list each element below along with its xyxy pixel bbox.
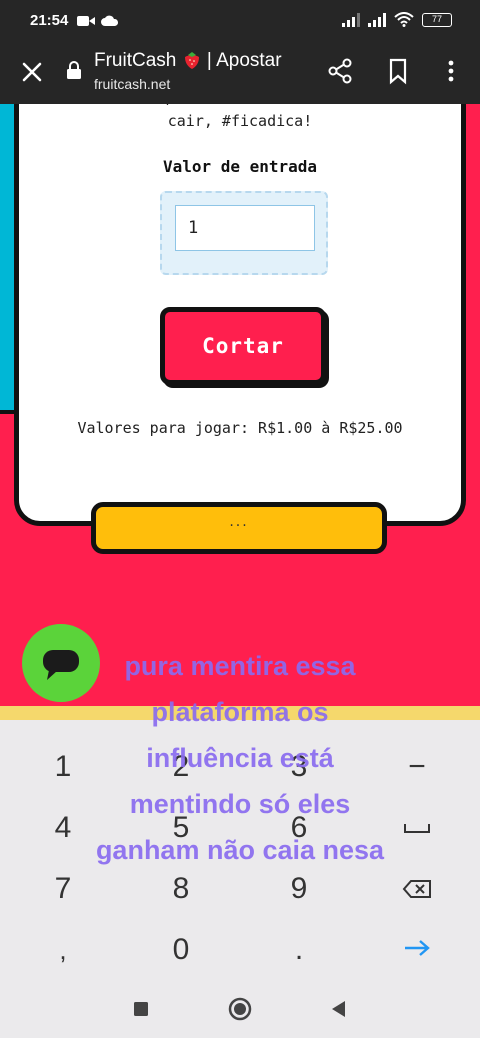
- battery-icon: 77: [422, 12, 452, 27]
- status-time: 21:54: [30, 12, 69, 29]
- intro-line-2: cair, #ficadica!: [167, 112, 313, 130]
- cloud-icon: [101, 15, 119, 26]
- key-0[interactable]: 0: [126, 921, 236, 979]
- overlay-comment-line: plataforma os: [151, 697, 329, 727]
- entry-value-input[interactable]: [175, 205, 315, 251]
- more-vertical-icon[interactable]: [436, 56, 466, 86]
- strawberry-icon: [184, 52, 199, 69]
- game-card: seu valor, e é melhor não deixar ela cai…: [14, 104, 466, 526]
- browser-toolbar: FruitCash | Apostar fruitcash.net: [0, 44, 480, 104]
- page-title-name: FruitCash: [94, 50, 177, 71]
- overlay-comment-line: ganham não caia nesa: [95, 835, 385, 865]
- signal-icon: [368, 12, 386, 27]
- overlay-comment-line: mentindo só eles: [129, 789, 351, 819]
- signal-icon: [342, 12, 360, 27]
- web-page: seu valor, e é melhor não deixar ela cai…: [0, 104, 480, 710]
- overlay-comment: pura mentira essa plataforma os influênc…: [40, 643, 440, 873]
- enter-arrow-icon: [405, 940, 430, 956]
- page-title-suffix: | Apostar: [206, 50, 282, 71]
- entry-input-wrapper: [160, 191, 328, 275]
- close-icon[interactable]: [18, 58, 46, 86]
- system-nav-bar: [0, 980, 480, 1038]
- lock-icon: [67, 61, 81, 79]
- wifi-icon: [394, 12, 414, 27]
- key-comma[interactable]: ,: [8, 921, 118, 979]
- page-title: FruitCash | Apostar: [94, 50, 282, 72]
- overlay-comment-line: influência está: [146, 743, 334, 773]
- entry-label: Valor de entrada: [162, 157, 318, 176]
- more-bar[interactable]: ...: [91, 502, 387, 554]
- play-range-text: Valores para jogar: R$1.00 à R$25.00: [77, 419, 403, 437]
- key-enter[interactable]: [387, 919, 447, 977]
- page-url: fruitcash.net: [94, 76, 171, 92]
- recent-apps-icon[interactable]: [128, 996, 154, 1022]
- status-bar: 21:54 77: [0, 0, 480, 44]
- backspace-icon: [402, 880, 431, 898]
- video-camera-icon: [77, 16, 95, 26]
- back-icon[interactable]: [326, 996, 352, 1022]
- cut-button[interactable]: Cortar: [160, 307, 326, 385]
- home-icon[interactable]: [227, 996, 253, 1022]
- key-period[interactable]: .: [244, 921, 354, 979]
- overlay-comment-line: pura mentira essa: [124, 651, 356, 681]
- share-icon[interactable]: [325, 56, 355, 86]
- bookmark-icon[interactable]: [383, 56, 413, 86]
